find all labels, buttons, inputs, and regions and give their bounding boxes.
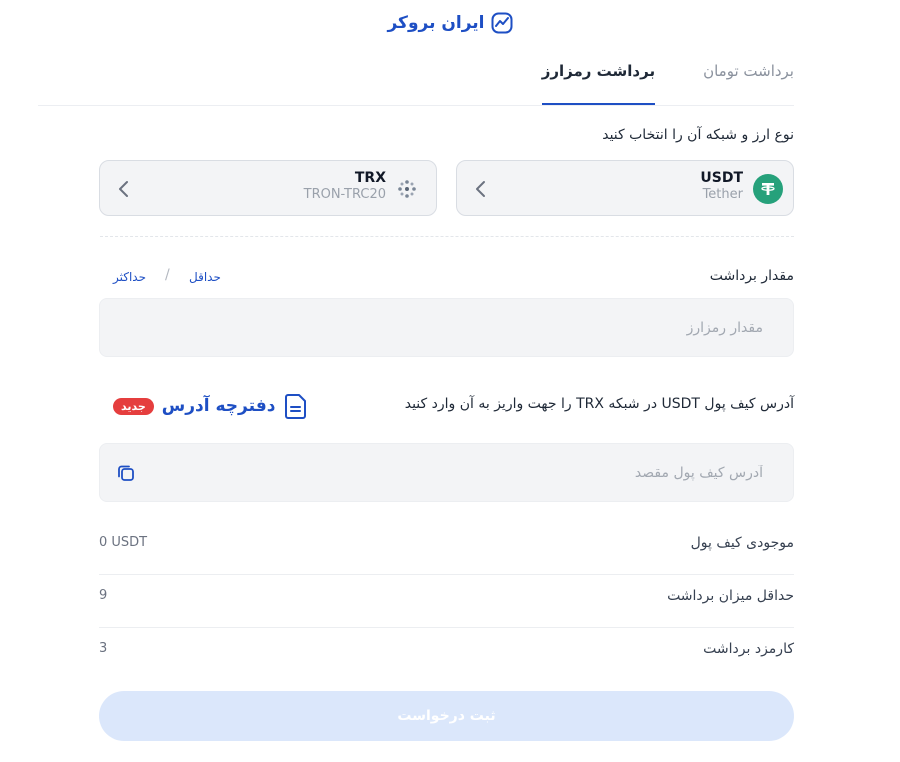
currency-section-title: نوع ارز و شبکه آن را انتخاب کنید — [602, 127, 794, 143]
new-badge: جدید — [113, 397, 154, 415]
link-separator: / — [165, 267, 170, 283]
coin-name: Tether — [702, 187, 743, 202]
withdraw-tabs: برداشت تومان برداشت رمزارز — [541, 56, 794, 105]
addressbook-button[interactable]: دفترچه آدرس جدید — [113, 392, 309, 420]
info-value: 9 — [99, 588, 108, 603]
address-label: آدرس کیف پول USDT در شبکه TRX را جهت وار… — [404, 396, 794, 412]
chevron-left-icon — [119, 181, 128, 197]
coin-select[interactable]: USDT Tether — [456, 160, 794, 216]
min-amount-link[interactable]: حداقل — [189, 270, 221, 284]
submit-request-button[interactable]: ثبت درخواست — [99, 691, 794, 741]
section-divider — [100, 236, 794, 237]
paste-icon[interactable] — [116, 463, 136, 483]
document-icon — [285, 394, 307, 419]
brand-logo: ایران بروکر — [0, 12, 900, 34]
max-amount-link[interactable]: حداکثر — [113, 270, 146, 284]
amount-input[interactable] — [203, 299, 763, 356]
wallet-address-input[interactable] — [203, 444, 763, 501]
info-row-balance: موجودی کیف پول 0 USDT — [99, 523, 794, 575]
addressbook-label: دفترچه آدرس — [161, 396, 276, 416]
brand-chart-icon — [491, 12, 513, 34]
brand-name: ایران بروکر — [387, 13, 485, 33]
info-row-min-withdraw: حداقل میزان برداشت 9 — [99, 576, 794, 628]
info-key: کارمزد برداشت — [703, 641, 794, 657]
tab-crypto-withdraw[interactable]: برداشت رمزارز — [541, 56, 656, 105]
info-key: موجودی کیف پول — [690, 535, 794, 551]
network-symbol: TRX — [354, 170, 386, 186]
amount-field — [99, 298, 794, 357]
coin-symbol: USDT — [700, 170, 743, 186]
tab-toman-withdraw[interactable]: برداشت تومان — [703, 56, 794, 105]
tabs-divider — [38, 105, 794, 106]
amount-label: مقدار برداشت — [709, 268, 794, 284]
chevron-left-icon — [476, 181, 485, 197]
tether-icon — [753, 174, 783, 204]
info-value: 0 USDT — [99, 535, 148, 550]
info-key: حداقل میزان برداشت — [667, 588, 794, 604]
address-field — [99, 443, 794, 502]
info-row-fee: کارمزد برداشت 3 — [99, 629, 794, 681]
info-value: 3 — [99, 641, 108, 656]
network-name: TRON-TRC20 — [303, 187, 386, 202]
tron-network-icon — [392, 174, 422, 204]
network-select[interactable]: TRX TRON-TRC20 — [99, 160, 437, 216]
